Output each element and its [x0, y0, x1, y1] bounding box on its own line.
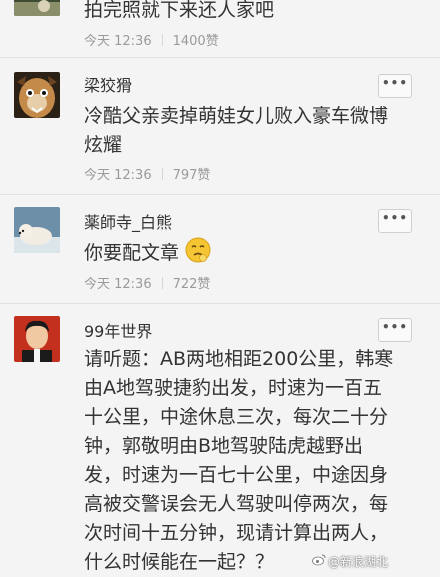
username[interactable]: 薬師寺_白熊 — [84, 209, 172, 233]
comment-text: 请听题：AB两地相距200公里，韩寒由A地驾驶捷豹出发，时速为一百五十公里，中途… — [84, 348, 394, 573]
username[interactable]: 99年世界 — [84, 318, 152, 342]
watermark: @新浪湖北 — [312, 553, 388, 570]
thinking-emoji — [185, 237, 211, 272]
more-button[interactable]: ••• — [378, 209, 412, 233]
comment-text: 你要配文章 — [84, 237, 406, 272]
username[interactable]: 梁狡猾 — [84, 72, 132, 96]
avatar[interactable] — [14, 207, 60, 253]
avatar[interactable] — [14, 0, 60, 16]
comment-time: 今天 12:36 — [84, 168, 152, 183]
avatar[interactable] — [14, 72, 60, 118]
comment-meta: 今天 12:36 797赞 — [84, 164, 210, 183]
comment-meta: 今天 12:36 722赞 — [84, 273, 210, 292]
more-icon: ••• — [381, 320, 408, 334]
comment-time: 今天 12:36 — [84, 34, 152, 49]
comment-text: 拍完照就下来还人家吧 — [84, 0, 275, 21]
divider — [161, 276, 163, 289]
avatar[interactable] — [14, 316, 60, 362]
more-icon: ••• — [381, 211, 408, 225]
comment-text: 冷酷父亲卖掉萌娃女儿败入豪车微博炫耀 — [84, 105, 389, 156]
comment-time: 今天 12:36 — [84, 277, 152, 292]
comment-item: 99年世界 ••• 请听题：AB两地相距200公里，韩寒由A地驾驶捷豹出发，时速… — [0, 304, 440, 574]
more-button[interactable]: ••• — [378, 74, 412, 98]
comment-item: 拍完照就下来还人家吧 今天 12:36 1400赞 — [0, 0, 440, 58]
comment-meta: 今天 12:36 1400赞 — [84, 30, 219, 49]
watermark-text: @新浪湖北 — [327, 555, 388, 569]
more-icon: ••• — [381, 76, 408, 90]
more-button[interactable]: ••• — [378, 318, 412, 342]
weibo-logo-icon — [312, 554, 326, 569]
divider — [161, 33, 163, 46]
like-count[interactable]: 797赞 — [173, 164, 211, 183]
divider — [161, 167, 163, 180]
comment-text-body: 你要配文章 — [84, 242, 180, 264]
comment-item: 薬師寺_白熊 ••• 你要配文章 今天 12:36 722赞 — [0, 195, 440, 304]
like-count[interactable]: 1400赞 — [173, 30, 219, 49]
like-count[interactable]: 722赞 — [173, 273, 211, 292]
comment-item: 梁狡猾 ••• 冷酷父亲卖掉萌娃女儿败入豪车微博炫耀 今天 12:36 797赞 — [0, 58, 440, 195]
